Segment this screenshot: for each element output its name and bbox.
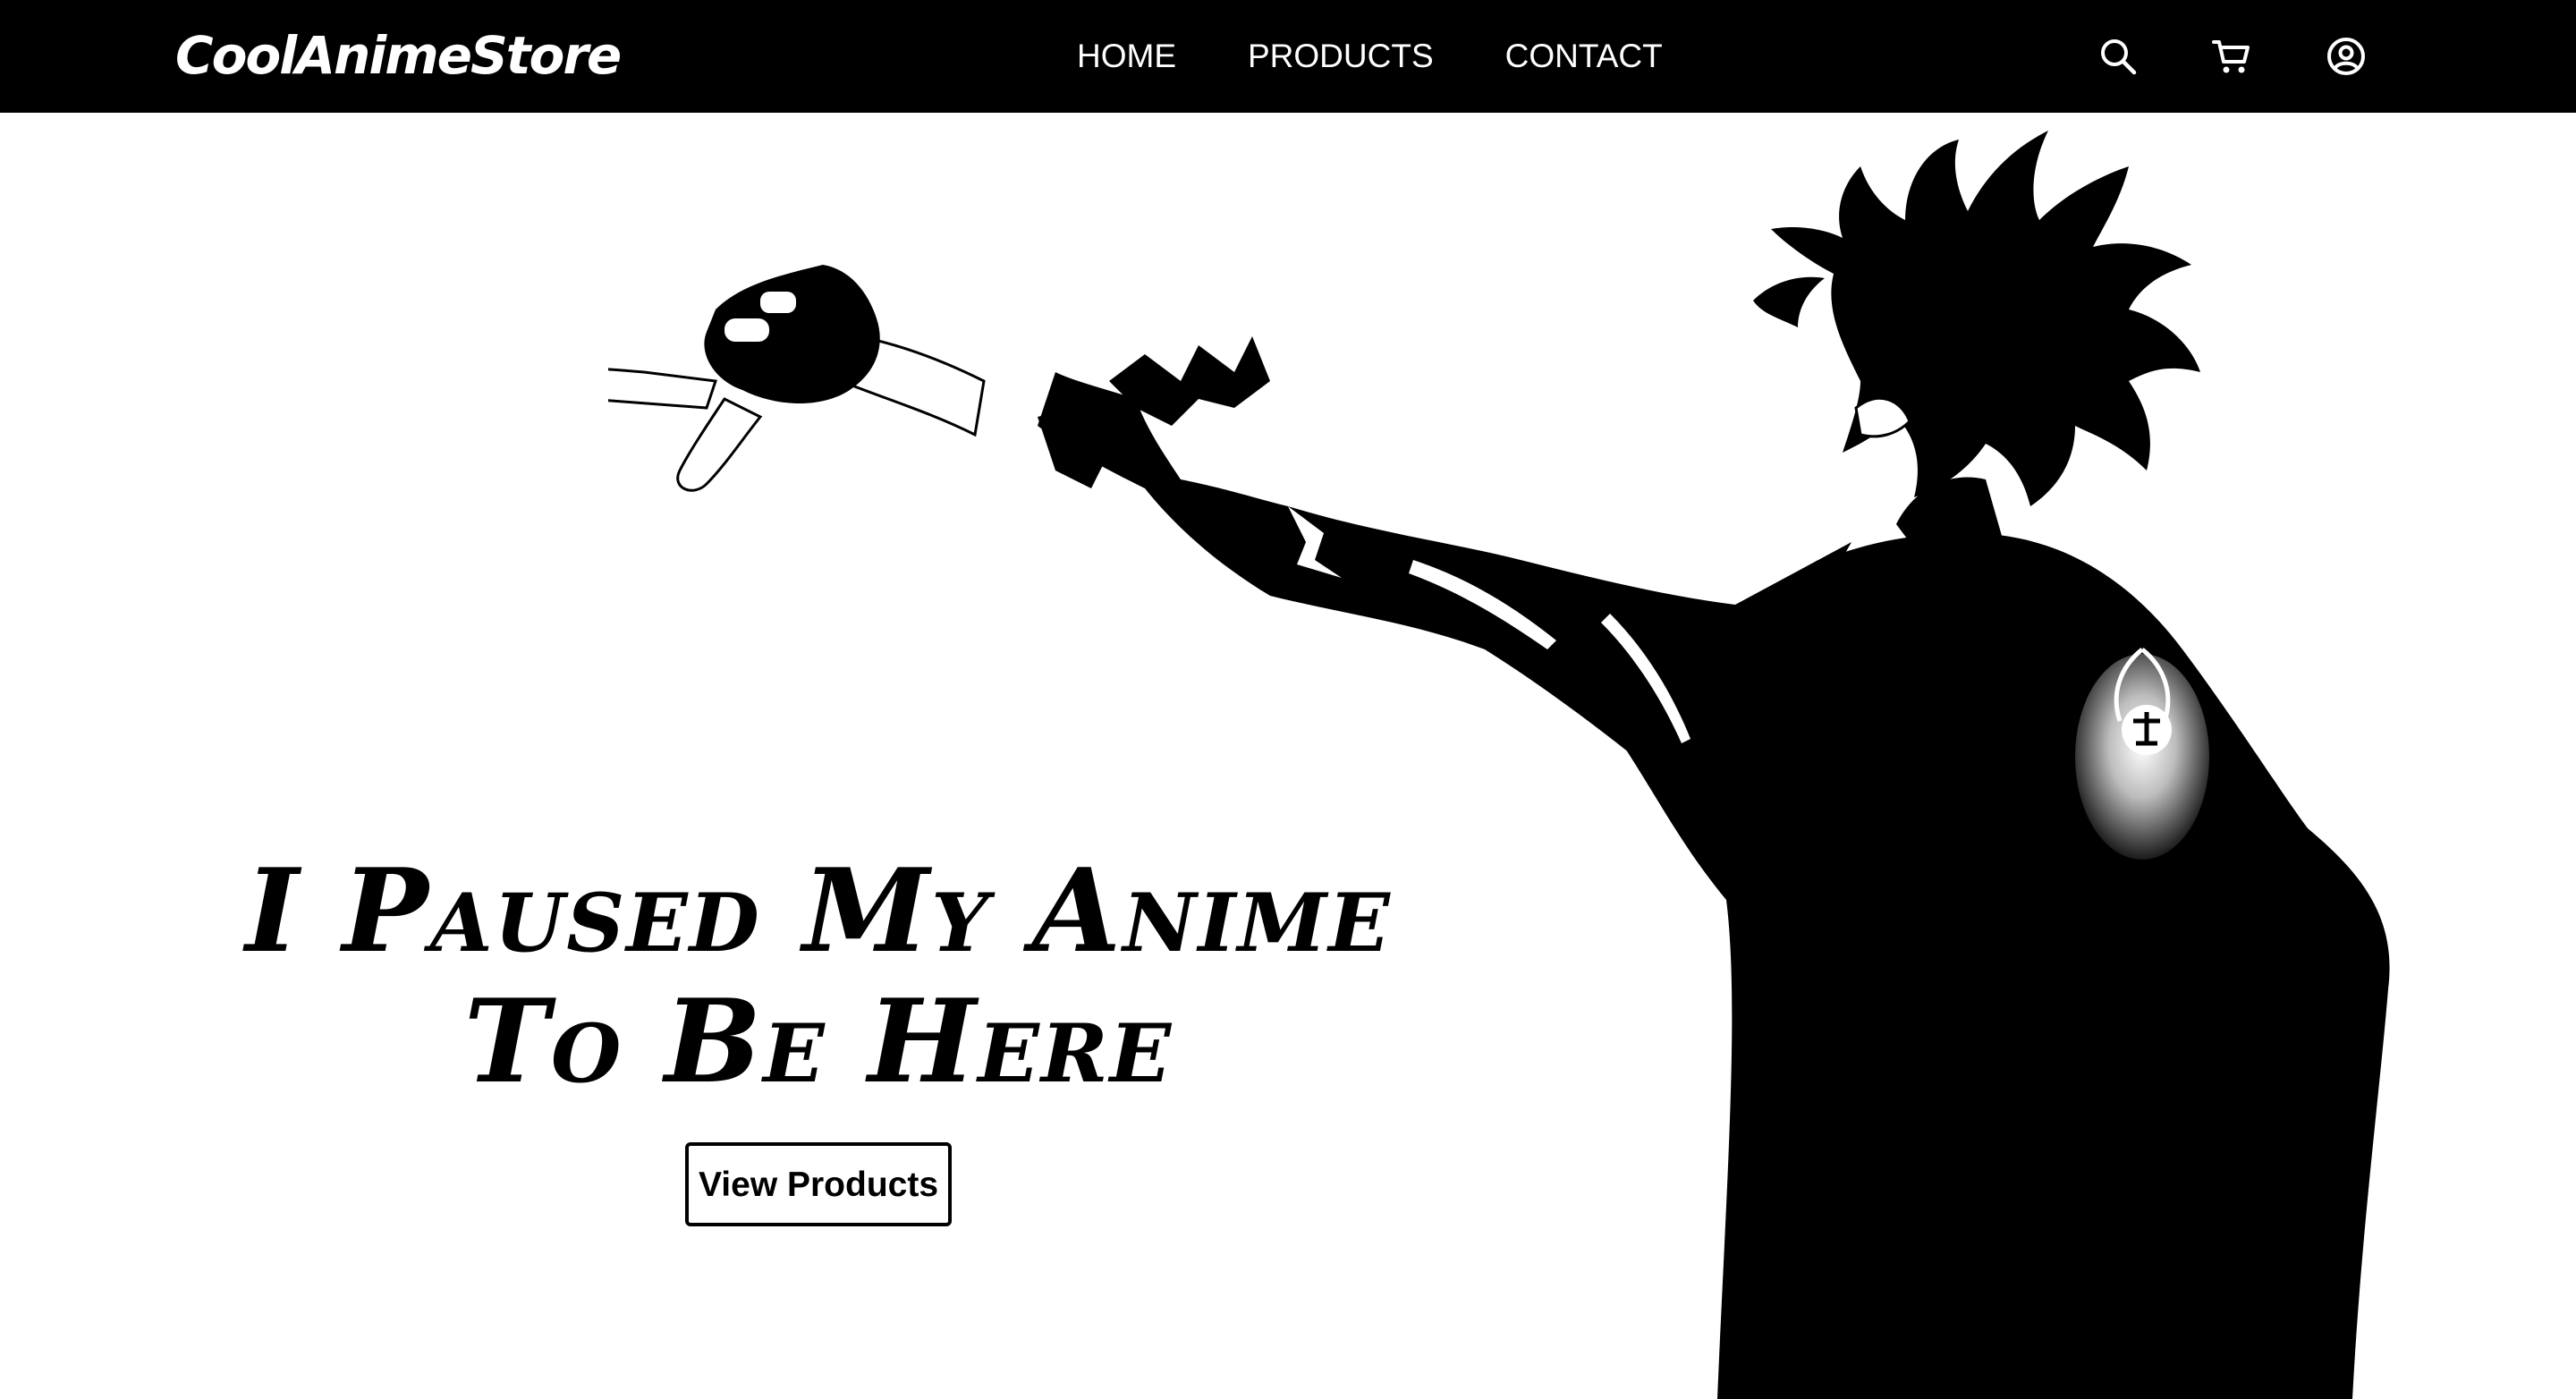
nav-home-link[interactable]: HOME bbox=[1077, 34, 1176, 79]
navbar: CoolAnimeStore HOME PRODUCTS CONTACT bbox=[0, 0, 2576, 113]
hero-headline-line-2: To Be Here bbox=[463, 974, 1174, 1109]
view-products-button[interactable]: View Products bbox=[685, 1142, 952, 1226]
nav-links: HOME PRODUCTS CONTACT bbox=[1077, 34, 1663, 79]
nav-products-link[interactable]: PRODUCTS bbox=[1248, 34, 1434, 79]
account-icon[interactable] bbox=[2324, 34, 2368, 79]
page: CoolAnimeStore HOME PRODUCTS CONTACT I P… bbox=[0, 0, 2576, 1399]
brand-logo[interactable]: CoolAnimeStore bbox=[175, 20, 622, 91]
hero-headline: I Paused My Anime To Be Here bbox=[161, 846, 1476, 1107]
search-icon[interactable] bbox=[2096, 34, 2140, 79]
hero-headline-line-1: I Paused My Anime bbox=[245, 844, 1392, 979]
cart-icon[interactable] bbox=[2209, 34, 2254, 79]
nav-contact-link[interactable]: CONTACT bbox=[1505, 34, 1663, 79]
